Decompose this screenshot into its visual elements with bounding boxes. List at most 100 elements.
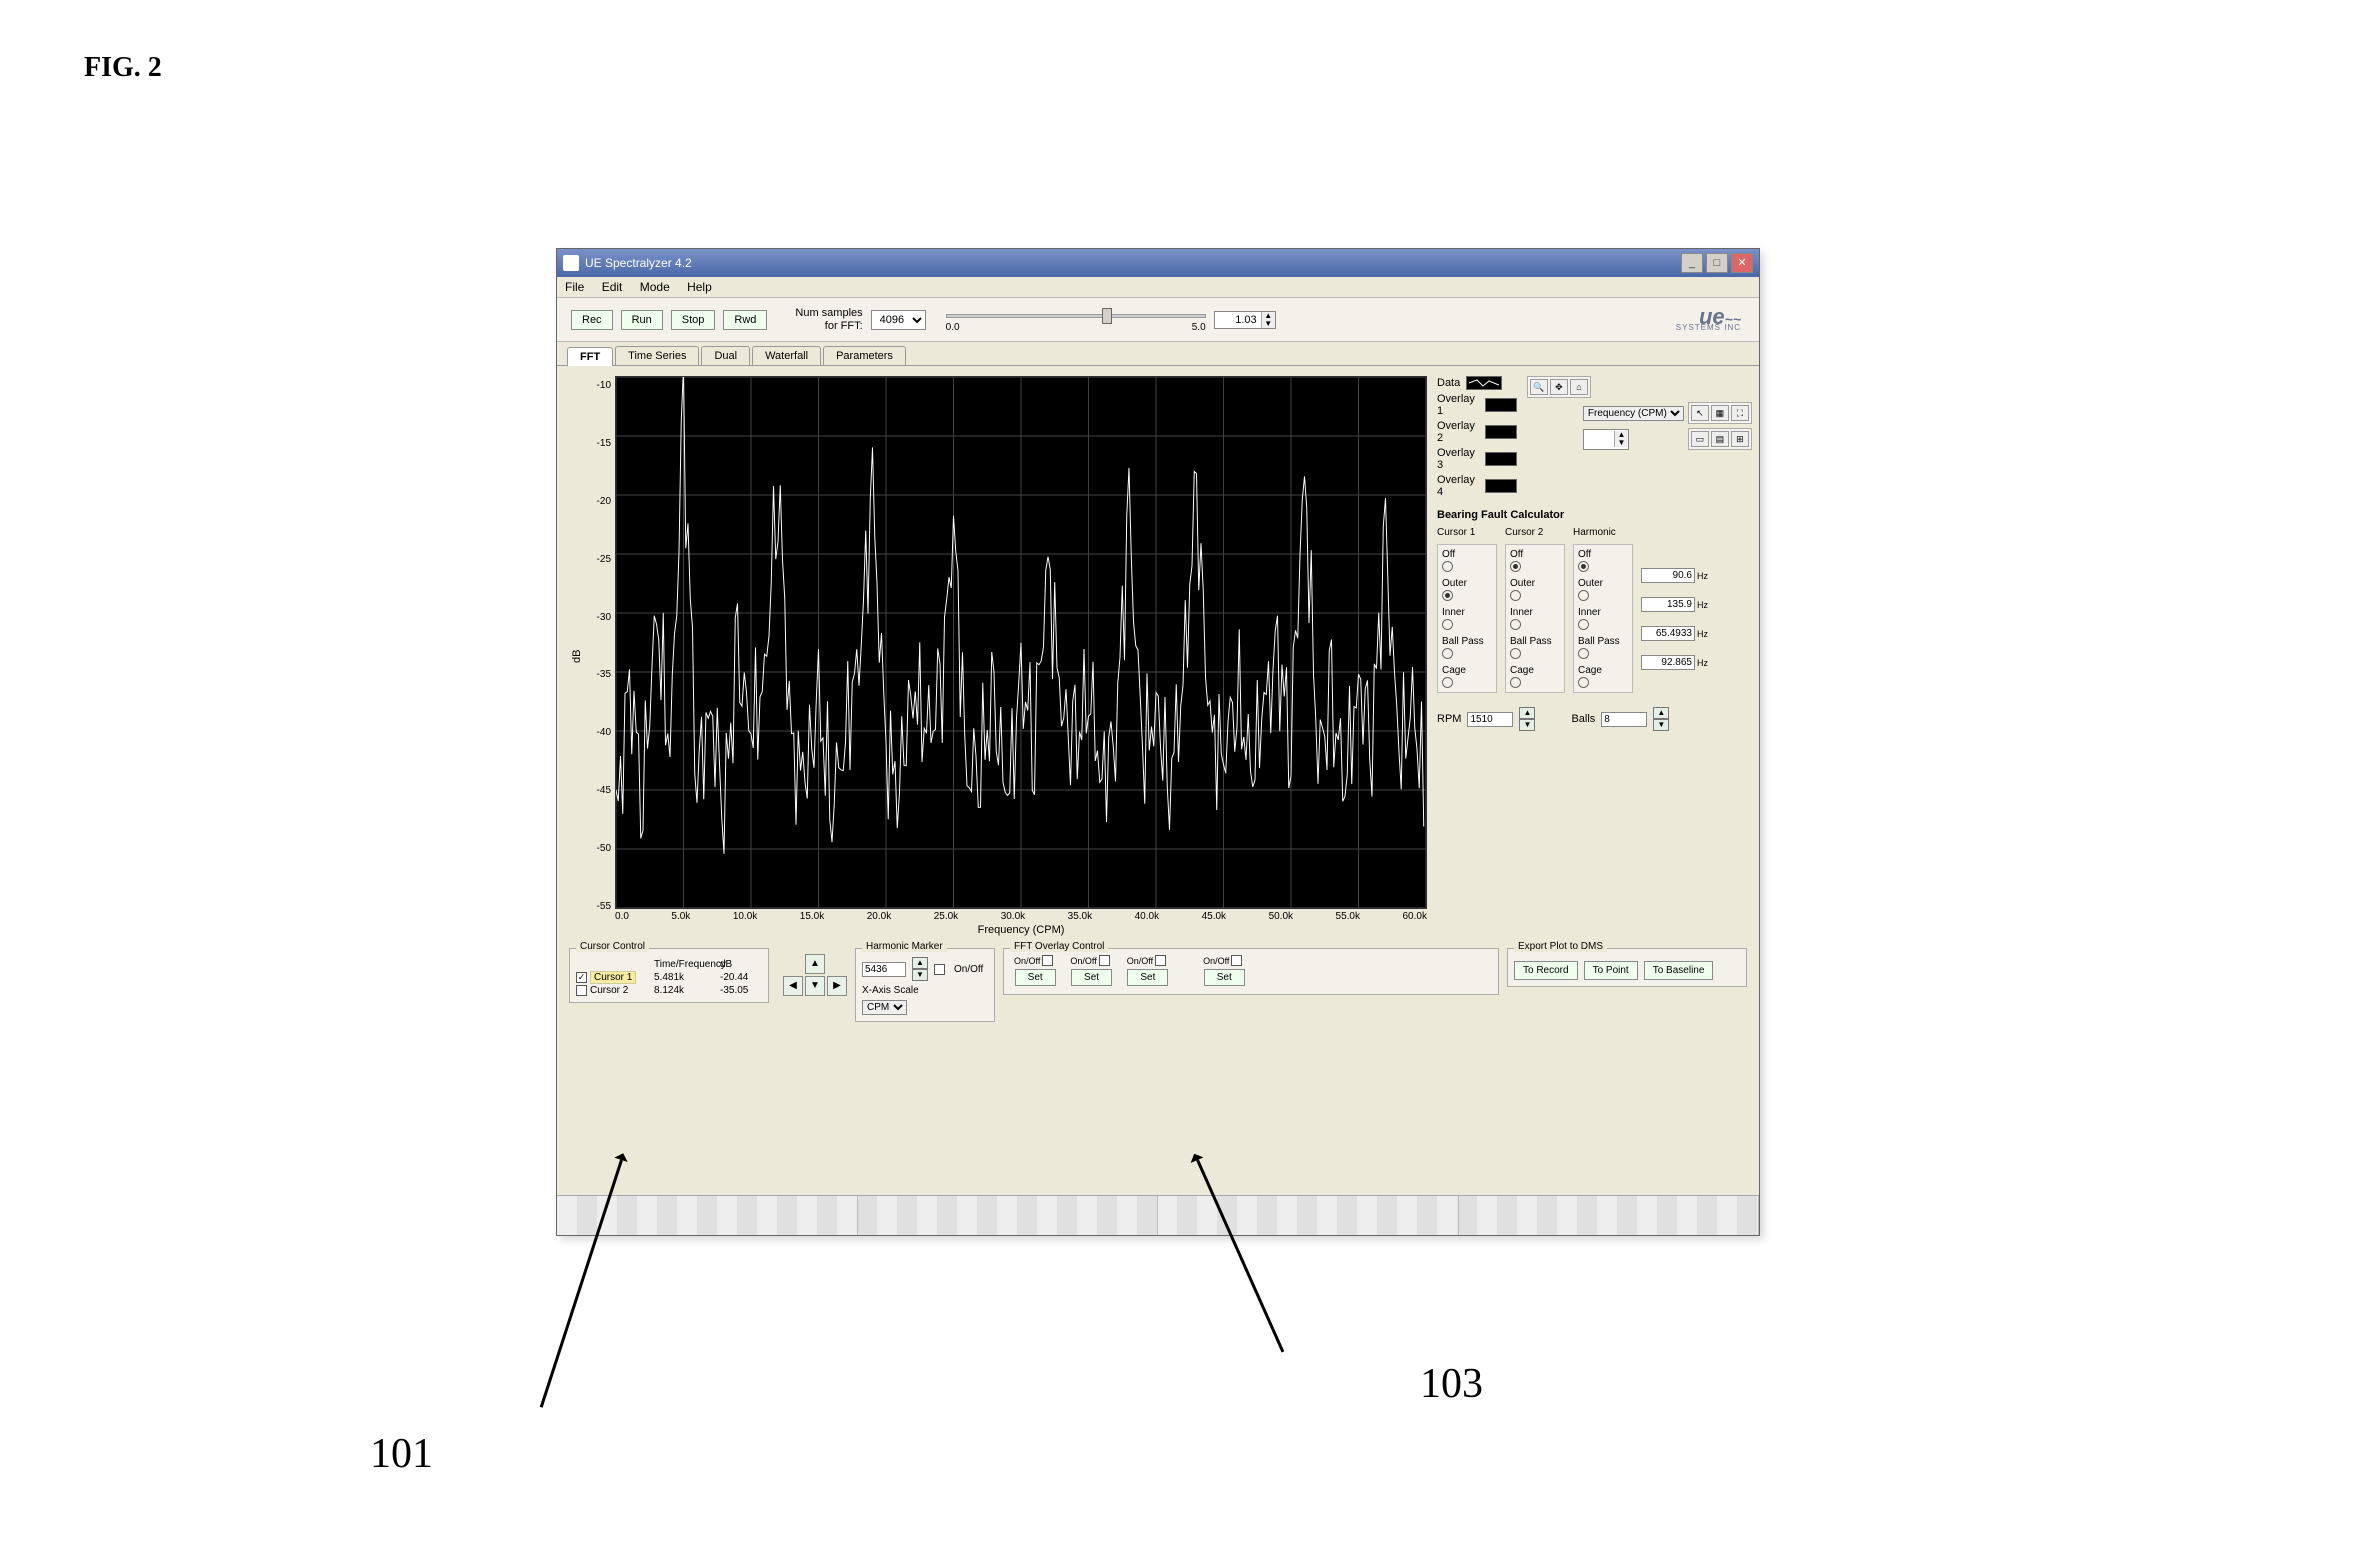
- cursor1-db-value: -20.44: [720, 972, 770, 983]
- bfc-col-cursor1: Off Outer Inner Ball Pass Cage: [1437, 544, 1497, 693]
- ov4-onoff-checkbox[interactable]: [1231, 955, 1242, 966]
- bfc-col1-hdr: Cursor 1: [1437, 527, 1497, 538]
- tool-reset-icon[interactable]: ⌂: [1570, 379, 1588, 395]
- x-axis-label: Frequency (CPM): [615, 924, 1427, 936]
- tool-expand-icon[interactable]: ⛶: [1731, 405, 1749, 421]
- harmonic-onoff-checkbox[interactable]: [934, 964, 945, 975]
- c1-ballpass-radio[interactable]: [1442, 648, 1453, 659]
- inner-hz-input[interactable]: [1641, 597, 1695, 612]
- rwd-button[interactable]: Rwd: [723, 310, 767, 330]
- c1-inner-radio[interactable]: [1442, 619, 1453, 630]
- minimize-button[interactable]: _: [1681, 253, 1703, 273]
- legend-ov3-swatch: [1485, 452, 1517, 466]
- legend-ov2-label: Overlay 2: [1437, 420, 1479, 444]
- ov2-onoff-checkbox[interactable]: [1099, 955, 1110, 966]
- ov3-onoff-checkbox[interactable]: [1155, 955, 1166, 966]
- harmonic-marker-panel: Harmonic Marker ▲▼ On/Off X-Axis Scale C…: [855, 948, 995, 1022]
- gain-slider[interactable]: 0.0 5.0: [946, 306, 1206, 333]
- tab-fft[interactable]: FFT: [567, 347, 613, 366]
- tool-pan-icon[interactable]: ✥: [1550, 379, 1568, 395]
- annotation-103: 103: [1420, 1360, 1483, 1408]
- y-axis-label: dB: [569, 376, 585, 936]
- gain-input[interactable]: [1215, 312, 1261, 328]
- maximize-button[interactable]: □: [1706, 253, 1728, 273]
- c2-outer-radio[interactable]: [1510, 590, 1521, 601]
- cursor-nav: ▲ ◀ ▼ ▶: [783, 954, 847, 996]
- ballpass-hz-input[interactable]: [1641, 626, 1695, 641]
- c2-ballpass-radio[interactable]: [1510, 648, 1521, 659]
- c1-off-radio[interactable]: [1442, 561, 1453, 572]
- to-record-button[interactable]: To Record: [1514, 961, 1578, 980]
- menu-mode[interactable]: Mode: [640, 280, 670, 294]
- nav-left-button[interactable]: ◀: [783, 976, 803, 996]
- freq-unit-select[interactable]: Frequency (CPM): [1583, 406, 1684, 421]
- to-point-button[interactable]: To Point: [1584, 961, 1638, 980]
- nav-down-button[interactable]: ▼: [805, 976, 825, 996]
- cage-hz-input[interactable]: [1641, 655, 1695, 670]
- gain-stepper[interactable]: ▲▼: [1214, 311, 1276, 329]
- ov2-set-button[interactable]: Set: [1071, 969, 1112, 986]
- harmonic-value-input[interactable]: [862, 962, 906, 977]
- tab-time-series[interactable]: Time Series: [615, 346, 699, 365]
- ov1-onoff-checkbox[interactable]: [1042, 955, 1053, 966]
- cursor1-checkbox[interactable]: [576, 972, 587, 983]
- num-samples-label: Num samples for FFT:: [795, 307, 862, 331]
- to-baseline-button[interactable]: To Baseline: [1644, 961, 1714, 980]
- outer-hz-input[interactable]: [1641, 568, 1695, 583]
- app-window: UE Spectralyzer 4.2 _ □ ✕ File Edit Mode…: [556, 248, 1760, 1236]
- ov4-set-button[interactable]: Set: [1204, 969, 1245, 986]
- c2-off-radio[interactable]: [1510, 561, 1521, 572]
- rec-button[interactable]: Rec: [571, 310, 613, 330]
- plot-tools-3: ▭ ▤ ⊞: [1688, 428, 1752, 450]
- brand-logo: ue~~ SYSTEMS INC: [1676, 308, 1745, 332]
- rpm-spinner[interactable]: ▲▼: [1519, 707, 1535, 731]
- overlay-3: On/Off Set: [1123, 953, 1173, 988]
- rpm-input[interactable]: [1467, 712, 1513, 727]
- nav-right-button[interactable]: ▶: [827, 976, 847, 996]
- menu-edit[interactable]: Edit: [602, 280, 623, 294]
- h-off-radio[interactable]: [1578, 561, 1589, 572]
- tool-a-icon[interactable]: ▭: [1691, 431, 1709, 447]
- tab-waterfall[interactable]: Waterfall: [752, 346, 821, 365]
- c2-cage-radio[interactable]: [1510, 677, 1521, 688]
- slider-max: 5.0: [1192, 322, 1206, 333]
- menu-file[interactable]: File: [565, 280, 584, 294]
- harmonic-spinner[interactable]: ▲▼: [912, 957, 928, 981]
- ov1-set-button[interactable]: Set: [1015, 969, 1056, 986]
- cursor2-db-value: -35.05: [720, 985, 770, 996]
- legend-ov2-swatch: [1485, 425, 1517, 439]
- tab-dual[interactable]: Dual: [701, 346, 750, 365]
- fft-plot[interactable]: [615, 376, 1427, 909]
- legend-ov4-label: Overlay 4: [1437, 474, 1479, 498]
- cursor2-checkbox[interactable]: [576, 985, 587, 996]
- cursor1-tf-value: 5.481k: [654, 972, 714, 983]
- tool-b-icon[interactable]: ▤: [1711, 431, 1729, 447]
- tool-zoom-icon[interactable]: 🔍: [1530, 379, 1548, 395]
- num-samples-select[interactable]: 4096: [871, 310, 926, 330]
- tool-grid-icon[interactable]: ▦: [1711, 405, 1729, 421]
- c1-outer-radio[interactable]: [1442, 590, 1453, 601]
- side-stepper[interactable]: ▲▼: [1583, 429, 1629, 450]
- c1-cage-radio[interactable]: [1442, 677, 1453, 688]
- tool-c-icon[interactable]: ⊞: [1731, 431, 1749, 447]
- h-inner-radio[interactable]: [1578, 619, 1589, 630]
- tab-parameters[interactable]: Parameters: [823, 346, 906, 365]
- h-ballpass-radio[interactable]: [1578, 648, 1589, 659]
- balls-spinner[interactable]: ▲▼: [1653, 707, 1669, 731]
- lower-panels: Cursor Control Time/Frequency dB Cursor …: [557, 942, 1759, 1032]
- nav-up-button[interactable]: ▲: [805, 954, 825, 974]
- legend-ov3-label: Overlay 3: [1437, 447, 1479, 471]
- close-button[interactable]: ✕: [1731, 253, 1753, 273]
- xscale-select[interactable]: CPM: [862, 1000, 907, 1015]
- run-button[interactable]: Run: [621, 310, 663, 330]
- overlay-2: On/Off Set: [1066, 953, 1116, 988]
- h-cage-radio[interactable]: [1578, 677, 1589, 688]
- balls-input[interactable]: [1601, 712, 1647, 727]
- overlay-1: On/Off Set: [1010, 953, 1060, 988]
- menu-help[interactable]: Help: [687, 280, 712, 294]
- tool-cursor-icon[interactable]: ↖: [1691, 405, 1709, 421]
- stop-button[interactable]: Stop: [671, 310, 716, 330]
- ov3-set-button[interactable]: Set: [1127, 969, 1168, 986]
- c2-inner-radio[interactable]: [1510, 619, 1521, 630]
- h-outer-radio[interactable]: [1578, 590, 1589, 601]
